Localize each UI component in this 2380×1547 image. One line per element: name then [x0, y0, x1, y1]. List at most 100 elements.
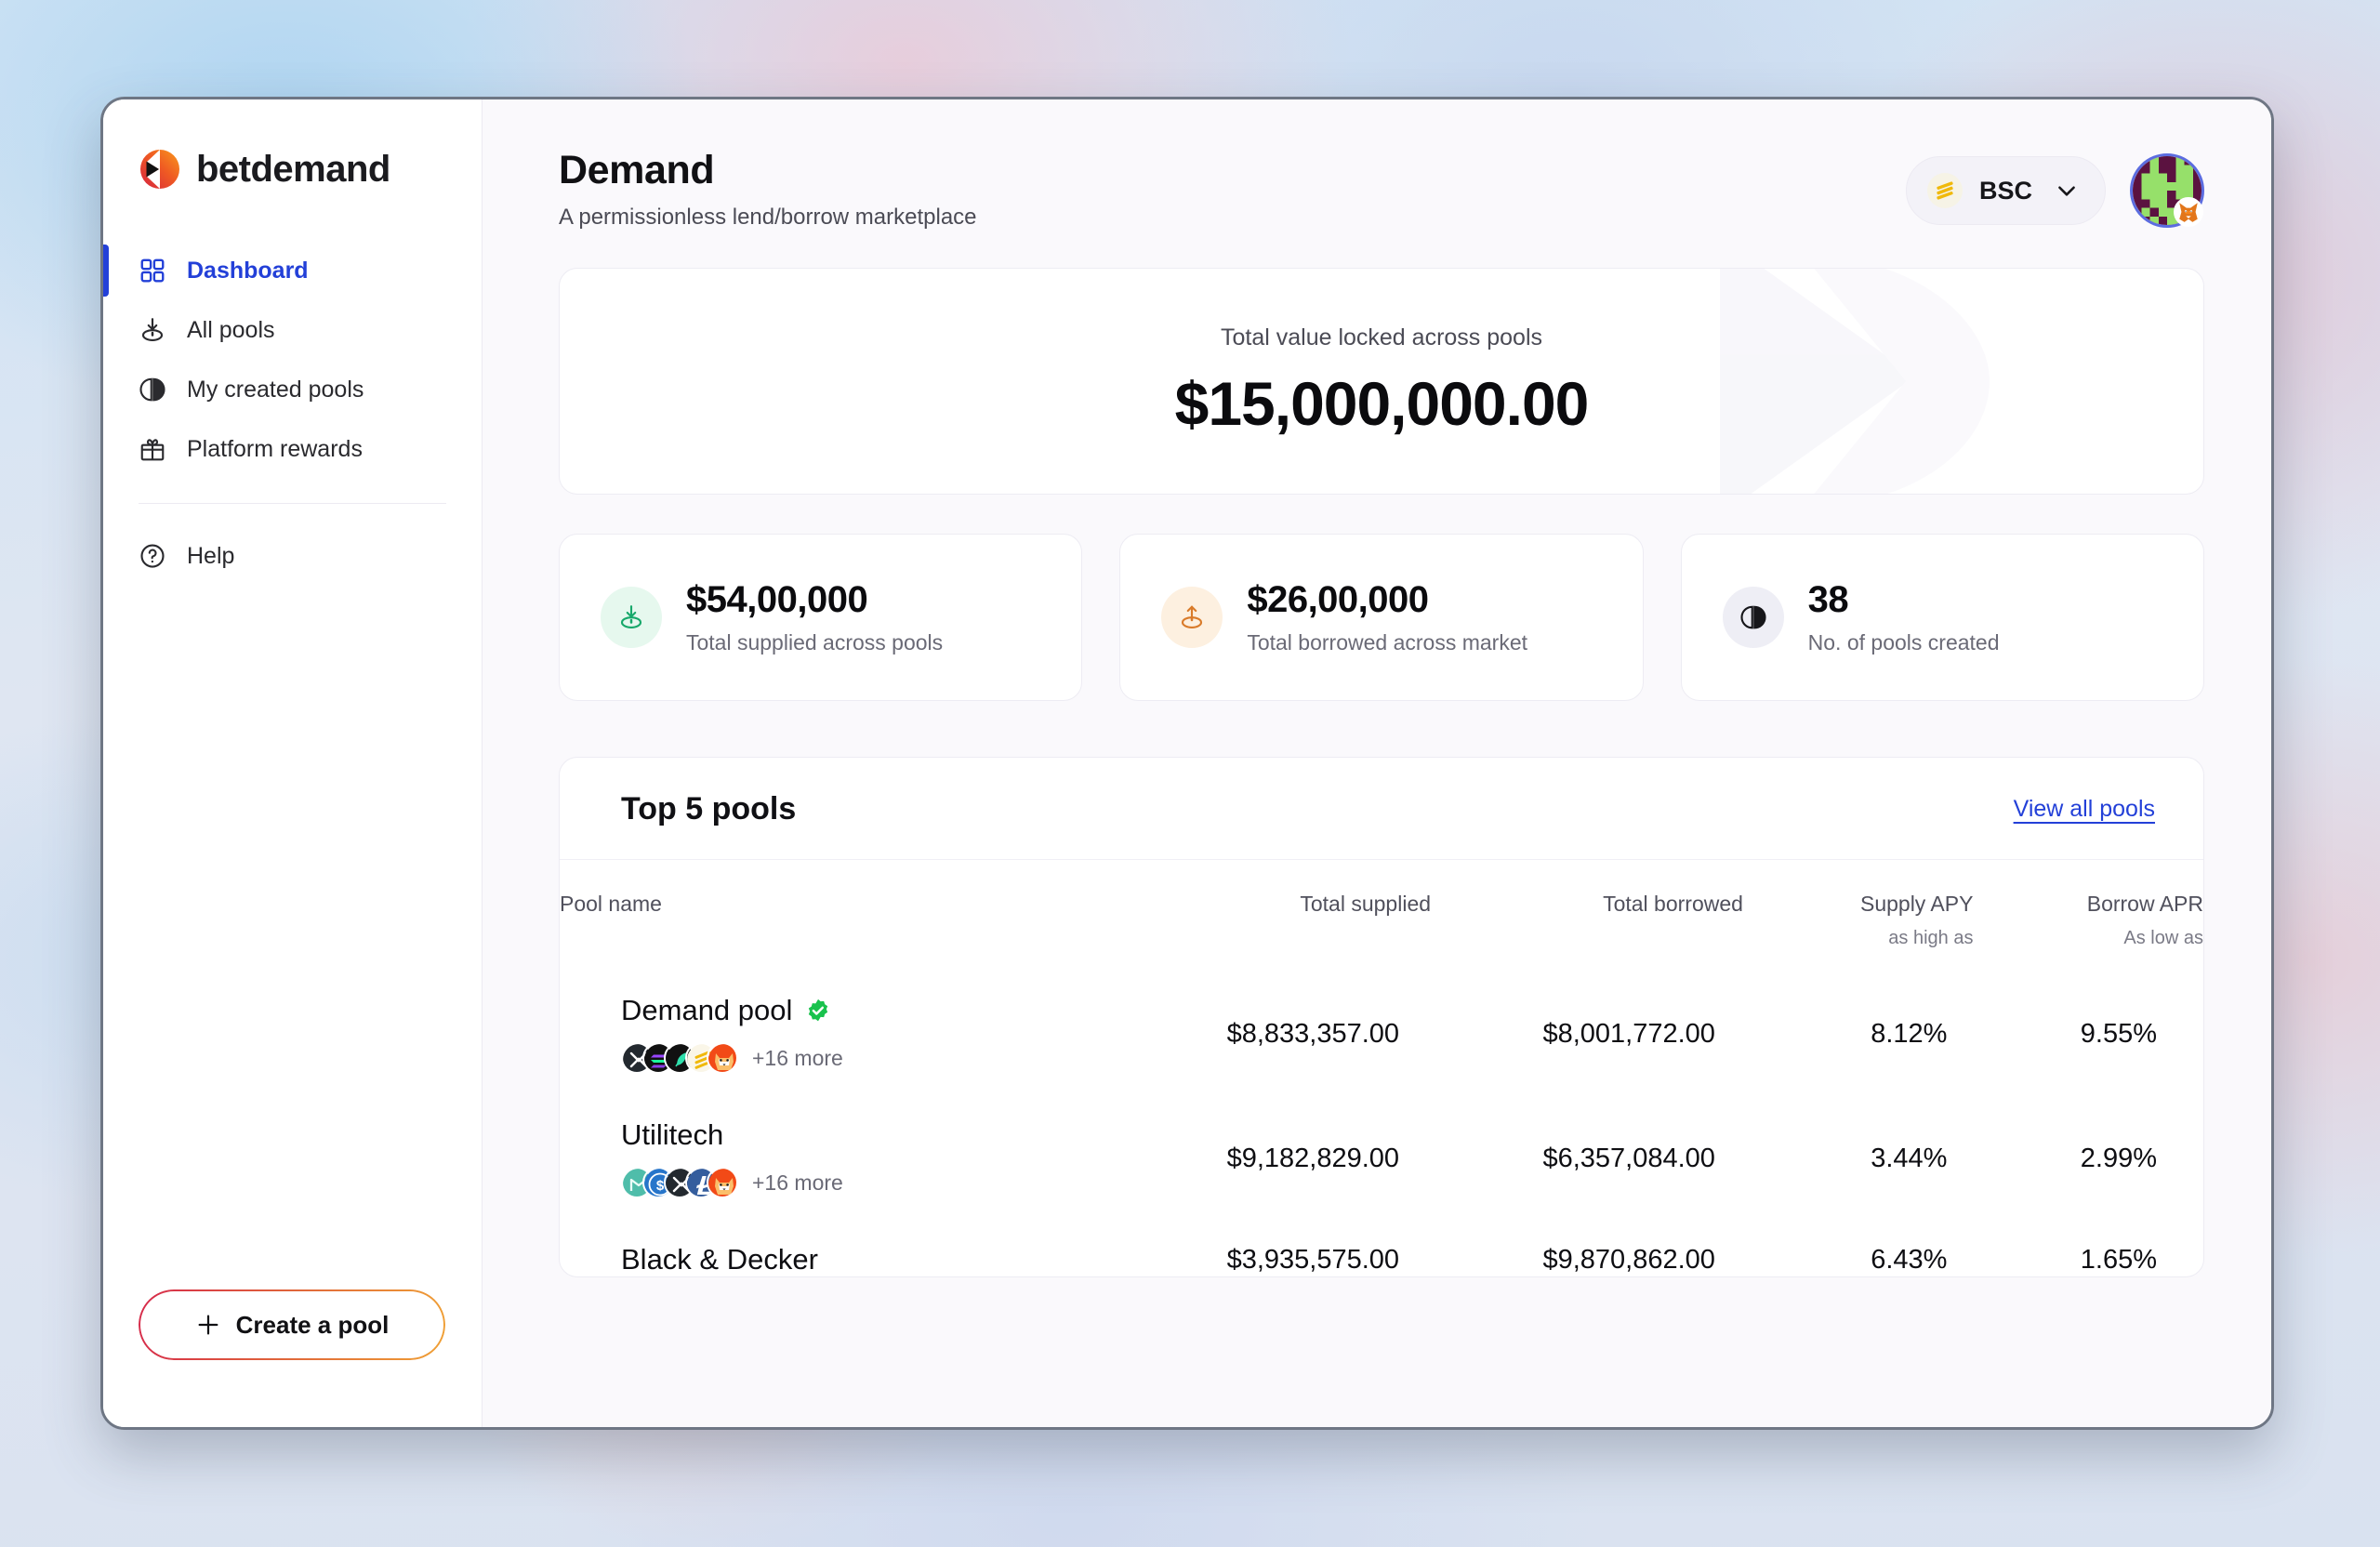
table-row[interactable]: Utilitech $ +16 more $9,182,829.00 $6,35… [560, 1074, 2203, 1198]
betdemand-logo-icon [139, 148, 181, 191]
sidebar-item-label: Platform rewards [187, 435, 363, 462]
pool-name-cell: Black & Decker [560, 1198, 1118, 1276]
total-borrowed-value: $8,001,772.00 [1542, 1018, 1715, 1049]
supply-apy-value: 6.43% [1871, 1244, 1948, 1275]
borrow-apr-value: 2.99% [2080, 1143, 2157, 1173]
sidebar-item-all-pools[interactable]: All pools [103, 300, 482, 360]
column-borrow-apr-label: Borrow APR [2086, 892, 2203, 916]
stats-row: $54,00,000 Total supplied across pools $… [559, 534, 2204, 701]
shiba-inu-icon [707, 1167, 738, 1198]
shiba-inu-icon [707, 1042, 738, 1074]
logo-watermark-icon [1683, 269, 2036, 494]
table-header-row: Pool name Total supplied Total borrowed … [560, 860, 2203, 949]
more-tokens-label: +16 more [752, 1170, 843, 1195]
supply-down-icon [601, 587, 662, 648]
column-supply-apy-sub: as high as [1888, 928, 1974, 948]
tvl-value: $15,000,000.00 [1174, 368, 1590, 438]
brand-name: betdemand [196, 148, 390, 190]
pool-name: Demand pool [621, 994, 793, 1026]
supply-down-icon [139, 316, 166, 344]
create-pool-container: Create a pool [103, 1289, 482, 1427]
sidebar-item-platform-rewards[interactable]: Platform rewards [103, 419, 482, 479]
create-a-pool-button[interactable]: Create a pool [139, 1289, 445, 1360]
stat-text: 38 No. of pools created [1808, 579, 2000, 655]
stat-text: $54,00,000 Total supplied across pools [686, 579, 943, 655]
page-heading: Demand A permissionless lend/borrow mark… [559, 148, 977, 231]
pool-tokens-row: $ +16 more [621, 1167, 1118, 1198]
stat-text: $26,00,000 Total borrowed across market [1247, 579, 1527, 655]
sidebar-item-label: My created pools [187, 376, 364, 403]
chain-label: BSC [1978, 176, 2032, 205]
table-row[interactable]: Demand pool +16 more $8,833,357.00 $8,00… [560, 949, 2203, 1074]
sidebar-item-dashboard[interactable]: Dashboard [103, 241, 482, 300]
sidebar-item-label: Dashboard [187, 257, 309, 284]
pool-name: Black & Decker [621, 1243, 818, 1276]
sidebar-item-label: All pools [187, 316, 275, 343]
pool-name-row: Black & Decker [621, 1243, 1118, 1276]
column-pool-name: Pool name [560, 892, 662, 916]
borrow-apr-value: 9.55% [2080, 1018, 2157, 1049]
total-supplied-value: $9,182,829.00 [1226, 1143, 1400, 1173]
stat-value: 38 [1807, 579, 1849, 620]
sidebar-item-help[interactable]: Help [103, 526, 482, 586]
token-stack: $ [621, 1167, 738, 1198]
pools-table-head: Pool name Total supplied Total borrowed … [560, 860, 2203, 949]
pool-name-row: Utilitech [621, 1118, 1118, 1152]
dashboard-content: Total value locked across pools $15,000,… [483, 231, 2271, 1277]
column-borrow-apr: Borrow APR As low as [1973, 860, 2203, 949]
main-content: Demand A permissionless lend/borrow mark… [483, 99, 2271, 1427]
top-pools-panel: Top 5 pools View all pools Pool name Tot… [559, 757, 2204, 1277]
pool-name-cell: Utilitech $ +16 more [560, 1074, 1118, 1198]
create-a-pool-label: Create a pool [235, 1310, 390, 1339]
sidebar-divider [139, 503, 446, 504]
stat-card-total-borrowed: $26,00,000 Total borrowed across market [1119, 534, 1644, 701]
pool-split-icon [1722, 587, 1784, 648]
stat-label: Total supplied across pools [686, 630, 944, 654]
sidebar-nav: Dashboard All pools My created pools Pla… [103, 241, 482, 586]
bnb-icon [1926, 173, 1963, 208]
page-subtitle: A permissionless lend/borrow marketplace [559, 205, 977, 230]
borrow-apr-value: 1.65% [2080, 1244, 2157, 1275]
stat-label: Total borrowed across market [1247, 630, 1528, 654]
sidebar: betdemand Dashboard All pools My created… [103, 99, 483, 1427]
column-total-supplied: Total supplied [1300, 892, 1432, 916]
chevron-down-icon [2055, 178, 2079, 203]
topbar-actions: BSC [1905, 148, 2204, 228]
token-stack [621, 1042, 738, 1074]
plus-icon [195, 1312, 221, 1338]
total-supplied-value: $8,833,357.00 [1226, 1018, 1400, 1049]
page-title: Demand [559, 148, 715, 192]
pool-split-icon [139, 376, 166, 403]
column-supply-apy: Supply APY as high as [1743, 860, 1974, 949]
stat-value: $26,00,000 [1247, 579, 1429, 620]
wallet-avatar[interactable] [2130, 153, 2204, 228]
chain-selector[interactable]: BSC [1905, 156, 2106, 225]
sidebar-item-label: Help [187, 542, 235, 569]
sidebar-item-my-created-pools[interactable]: My created pools [103, 360, 482, 419]
topbar: Demand A permissionless lend/borrow mark… [483, 99, 2271, 231]
verified-badge-icon [805, 998, 831, 1024]
stat-value: $54,00,000 [686, 579, 868, 620]
metamask-fox-icon [2174, 197, 2203, 227]
pool-name-row: Demand pool [621, 994, 1118, 1027]
gift-icon [139, 435, 166, 463]
supply-apy-value: 8.12% [1871, 1018, 1948, 1049]
brand: betdemand [103, 99, 482, 191]
question-circle-icon [139, 542, 166, 570]
supply-apy-value: 3.44% [1871, 1143, 1948, 1173]
total-borrowed-value: $9,870,862.00 [1542, 1244, 1715, 1275]
column-borrow-apr-sub: As low as [2123, 928, 2203, 948]
stat-label: No. of pools created [1807, 630, 2000, 654]
column-total-borrowed: Total borrowed [1603, 892, 1743, 916]
pools-table-body: Demand pool +16 more $8,833,357.00 $8,00… [560, 949, 2203, 1276]
view-all-pools-link[interactable]: View all pools [2014, 796, 2155, 823]
pools-table: Pool name Total supplied Total borrowed … [560, 860, 2203, 1276]
total-borrowed-value: $6,357,084.00 [1542, 1143, 1715, 1173]
top-pools-header: Top 5 pools View all pools [560, 758, 2203, 860]
pool-name-cell: Demand pool +16 more [560, 949, 1118, 1074]
more-tokens-label: +16 more [752, 1045, 843, 1070]
top-pools-title: Top 5 pools [621, 791, 797, 826]
table-row[interactable]: Black & Decker $3,935,575.00 $9,870,862.… [560, 1198, 2203, 1276]
borrow-up-icon [1161, 587, 1223, 648]
tvl-label: Total value locked across pools [1220, 324, 1543, 350]
